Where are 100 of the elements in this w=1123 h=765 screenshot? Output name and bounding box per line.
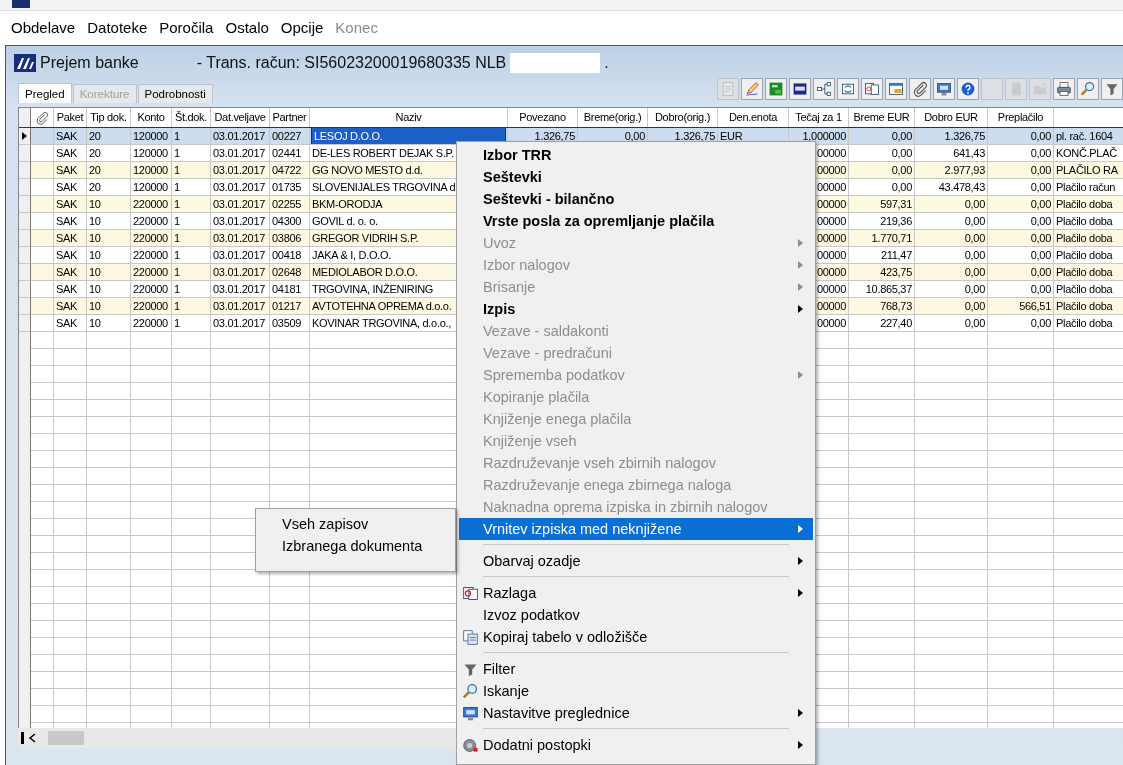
table-cell: SAK <box>56 266 78 278</box>
table-cell: 0,00 <box>964 198 985 210</box>
table-cell: 03806 <box>272 232 302 244</box>
table-cell: 10.865,37 <box>865 283 912 295</box>
table-cell: 219,36 <box>880 215 912 227</box>
table-cell: 03.01.2017 <box>213 266 266 278</box>
table-cell: 0,00 <box>964 300 985 312</box>
table-cell: 2.977,93 <box>944 164 985 176</box>
table-cell: 03509 <box>272 317 302 329</box>
table-cell: 1 <box>174 130 180 142</box>
table-cell: 1 <box>174 283 180 295</box>
table-cell: 00418 <box>272 249 302 261</box>
table-cell: 220000 <box>133 198 168 210</box>
table-cell: 0,00 <box>891 164 912 176</box>
table-cell: 10 <box>89 266 101 278</box>
table-cell: EUR <box>720 130 743 142</box>
window-title: Prejem banke <box>40 53 139 72</box>
account-label-end: . <box>604 53 609 72</box>
table-cell: SAK <box>56 249 78 261</box>
table-cell: PLAČILO RA <box>1056 164 1118 176</box>
table-cell: 1.326,75 <box>944 130 985 142</box>
table-cell: KONČ.PLAČ <box>1056 147 1117 159</box>
table-cell: SAK <box>56 300 78 312</box>
table-cell: 0,00 <box>1030 181 1051 193</box>
table-cell: 20 <box>89 164 101 176</box>
table-cell: Plačilo doba <box>1056 283 1113 295</box>
table-cell: SAK <box>56 130 78 142</box>
table-cell: Plačilo račun <box>1056 181 1116 193</box>
table-cell: 03.01.2017 <box>213 198 266 210</box>
table-cell: SAK <box>56 181 78 193</box>
table-cell: 02441 <box>272 147 302 159</box>
table-cell: 04722 <box>272 164 302 176</box>
table-cell: 20 <box>89 147 101 159</box>
table-cell: SAK <box>56 283 78 295</box>
table-cell: 0,00 <box>1030 249 1051 261</box>
table-cell: 1 <box>174 300 180 312</box>
table-cell: 03.01.2017 <box>213 283 266 295</box>
table-cell: 00000 <box>816 164 846 176</box>
table-cell: GG NOVO MESTO d.d. <box>312 164 423 176</box>
table-cell: Plačilo doba <box>1056 300 1113 312</box>
table-cell: SAK <box>56 317 78 329</box>
table-cell: Plačilo doba <box>1056 198 1113 210</box>
table-cell: Plačilo doba <box>1056 232 1113 244</box>
table-cell: 00227 <box>272 130 302 142</box>
table-cell: 03.01.2017 <box>213 232 266 244</box>
table-cell: 0,00 <box>964 283 985 295</box>
table-cell: 227,40 <box>880 317 912 329</box>
table-cell: TRGOVINA, INŽENIRING <box>312 283 434 295</box>
table-cell: SAK <box>56 198 78 210</box>
table-cell: 597,31 <box>880 198 912 210</box>
table-cell: 04300 <box>272 215 302 227</box>
table-cell: 641,43 <box>953 147 985 159</box>
table-cell: 0,00 <box>964 266 985 278</box>
table-cell: 03.01.2017 <box>213 130 266 142</box>
table-cell: 566,51 <box>1019 300 1051 312</box>
table-cell: SAK <box>56 232 78 244</box>
table-cell: 1 <box>174 147 180 159</box>
table-cell: AVTOTEHNA OPREMA d.o.o. <box>312 300 452 312</box>
table-cell: SAK <box>56 147 78 159</box>
table-cell: 0,00 <box>1030 266 1051 278</box>
table-cell: 0,00 <box>964 215 985 227</box>
table-cell: 220000 <box>133 317 168 329</box>
table-cell: 10 <box>89 198 101 210</box>
table-cell: 03.01.2017 <box>213 164 266 176</box>
table-cell: 00000 <box>816 215 846 227</box>
table-cell: 0,00 <box>1030 283 1051 295</box>
table-cell: 00000 <box>816 181 846 193</box>
table-cell: 1 <box>174 164 180 176</box>
table-cell: 10 <box>89 317 101 329</box>
table-cell: DE-LES ROBERT DEJAK S.P. <box>312 147 454 159</box>
table-cell: 0,00 <box>1030 147 1051 159</box>
table-cell: Plačilo doba <box>1056 215 1113 227</box>
table-cell: LESOJ D.O.O. <box>312 128 505 144</box>
table-cell: 00000 <box>816 283 846 295</box>
table-cell: Plačilo doba <box>1056 249 1113 261</box>
table-cell: 0,00 <box>891 181 912 193</box>
table-cell: 120000 <box>133 181 168 193</box>
table-cell: 04181 <box>272 283 302 295</box>
table-cell: 1 <box>174 181 180 193</box>
table-cell: 0,00 <box>1030 215 1051 227</box>
table-cell: 10 <box>89 300 101 312</box>
table-cell: 0,00 <box>1030 130 1051 142</box>
table-cell: JAKA & I, D.O.O. <box>312 249 391 261</box>
table-cell: 02255 <box>272 198 302 210</box>
table-cell: pl. rač. 1604 <box>1056 130 1113 142</box>
table-cell: 1 <box>174 266 180 278</box>
table-cell: 03.01.2017 <box>213 215 266 227</box>
table-cell: 01217 <box>272 300 302 312</box>
table-cell: 03.01.2017 <box>213 300 266 312</box>
table-cell: GREGOR VIDRIH S.P. <box>312 232 419 244</box>
table-cell: 220000 <box>133 283 168 295</box>
table-cell: 00000 <box>816 317 846 329</box>
table-cell: 211,47 <box>880 249 912 261</box>
table-cell: 0,00 <box>891 147 912 159</box>
table-cell: BKM-ORODJA <box>312 198 383 210</box>
table-cell: 1.770,71 <box>871 232 912 244</box>
table-cell: 01735 <box>272 181 302 193</box>
table-cell: 02648 <box>272 266 302 278</box>
table-cell: 00000 <box>816 147 846 159</box>
table-cell: 00000 <box>816 300 846 312</box>
